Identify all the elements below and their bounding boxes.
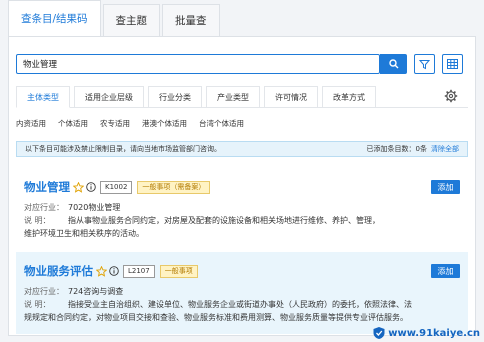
result-title[interactable]: 物业管理 [24,179,70,195]
watermark: www.91kaiye.cn [372,326,480,340]
search-button[interactable] [380,54,407,74]
description-label: 说 明： [24,216,51,225]
description-row: 说 明： 指接受业主自治组织、建设单位、物业服务企业或街道办事处（人民政府）的委… [24,298,460,311]
clear-all-link[interactable]: 清除全部 [431,144,459,154]
add-button[interactable]: 添加 [431,264,460,278]
description-row: 说 明： 指从事物业服务合同约定，对房屋及配套的设施设备和相关场地进行维修、养护… [24,214,460,227]
added-count: 0条 [415,145,427,153]
result-code: K1002 [100,180,133,194]
filter-button[interactable] [414,54,435,74]
notice-text: 以下条目可能涉及禁止限制目录，请向当地市场监管部门咨询。 [25,145,221,153]
tab-license-status[interactable]: 许可情况 [264,86,318,108]
industry-row: 对应行业： 7020物业管理 [24,201,460,214]
industry-label: 对应行业： [24,203,64,212]
tab-batch-search[interactable]: 批量查 [162,4,220,36]
result-card: 物业管理 K1002 一般事项（需备案） 添加 对应行业： 7020物业管理 说… [16,168,468,242]
added-label: 已添加条目数： [366,145,416,153]
grid-icon [447,59,458,69]
add-button[interactable]: 添加 [431,180,460,194]
description-row-continued: 维护环境卫生和相关秩序的活动。 [24,227,460,240]
description-text: 指从事物业服务合同约定，对房屋及配套的设施设备和相关场地进行维修、养护、管理， [68,216,380,225]
filter-icon [419,59,430,69]
tab-search-topic[interactable]: 查主题 [102,4,161,36]
watermark-text: www.91kaiye.cn [388,327,480,339]
subtype-domestic[interactable]: 内资适用 [16,118,46,130]
shield-logo-icon [373,327,385,339]
info-icon[interactable] [86,182,96,192]
description-text: 指接受业主自治组织、建设单位、物业服务企业或街道办事处（人民政府）的委托，依照法… [68,300,412,309]
star-icon[interactable] [96,265,107,277]
industry-label: 对应行业： [24,287,64,296]
description-label: 说 明： [24,300,51,309]
gear-icon[interactable] [444,89,458,103]
industry-value: 7020物业管理 [68,203,121,212]
table-view-button[interactable] [442,54,463,74]
tab-industry-type[interactable]: 产业类型 [206,86,260,108]
top-tab-bar: 查条目/结果码 查主题 批量查 [8,0,222,36]
category-tabs: 主体类型 适用企业层级 行业分类 产业类型 许可情况 改革方式 [16,86,380,108]
search-input[interactable] [16,54,380,74]
description-text-continued: 规规定和合同约定，对物业项目交接和查验、物业服务标准和费用测算、物业服务质量等提… [24,313,408,322]
result-code: L2107 [123,264,155,278]
subtype-hk-macau[interactable]: 港澳个体适用 [142,118,187,130]
status-badge: 一般事项 [159,264,198,278]
notice-bar: 以下条目可能涉及禁止限制目录，请向当地市场监管部门咨询。 已添加条目数： 0条 … [16,141,468,157]
tab-industry-class[interactable]: 行业分类 [148,86,202,108]
tab-entity-type[interactable]: 主体类型 [16,86,70,108]
result-card: 物业服务评估 L2107 一般事项 添加 对应行业： 724咨询与调查 说 明：… [16,252,468,334]
status-badge: 一般事项（需备案） [137,180,211,194]
tab-enterprise-level[interactable]: 适用企业层级 [74,86,144,108]
industry-row: 对应行业： 724咨询与调查 [24,285,460,298]
description-row-continued: 规规定和合同约定，对物业项目交接和查验、物业服务标准和费用测算、物业服务质量等提… [24,311,460,324]
entity-subtype-list: 内资适用 个体适用 农专适用 港澳个体适用 台湾个体适用 [16,118,256,130]
tab-reform-mode[interactable]: 改革方式 [322,86,376,108]
description-text-continued: 维护环境卫生和相关秩序的活动。 [24,229,144,238]
industry-value: 724咨询与调查 [68,287,124,296]
info-icon[interactable] [109,266,119,276]
star-icon[interactable] [73,181,84,193]
result-title[interactable]: 物业服务评估 [24,263,93,279]
search-icon [388,59,398,69]
subtype-farmer-coop[interactable]: 农专适用 [100,118,130,130]
subtype-taiwan[interactable]: 台湾个体适用 [199,118,244,130]
tab-search-entry[interactable]: 查条目/结果码 [8,0,101,36]
subtype-individual[interactable]: 个体适用 [58,118,88,130]
